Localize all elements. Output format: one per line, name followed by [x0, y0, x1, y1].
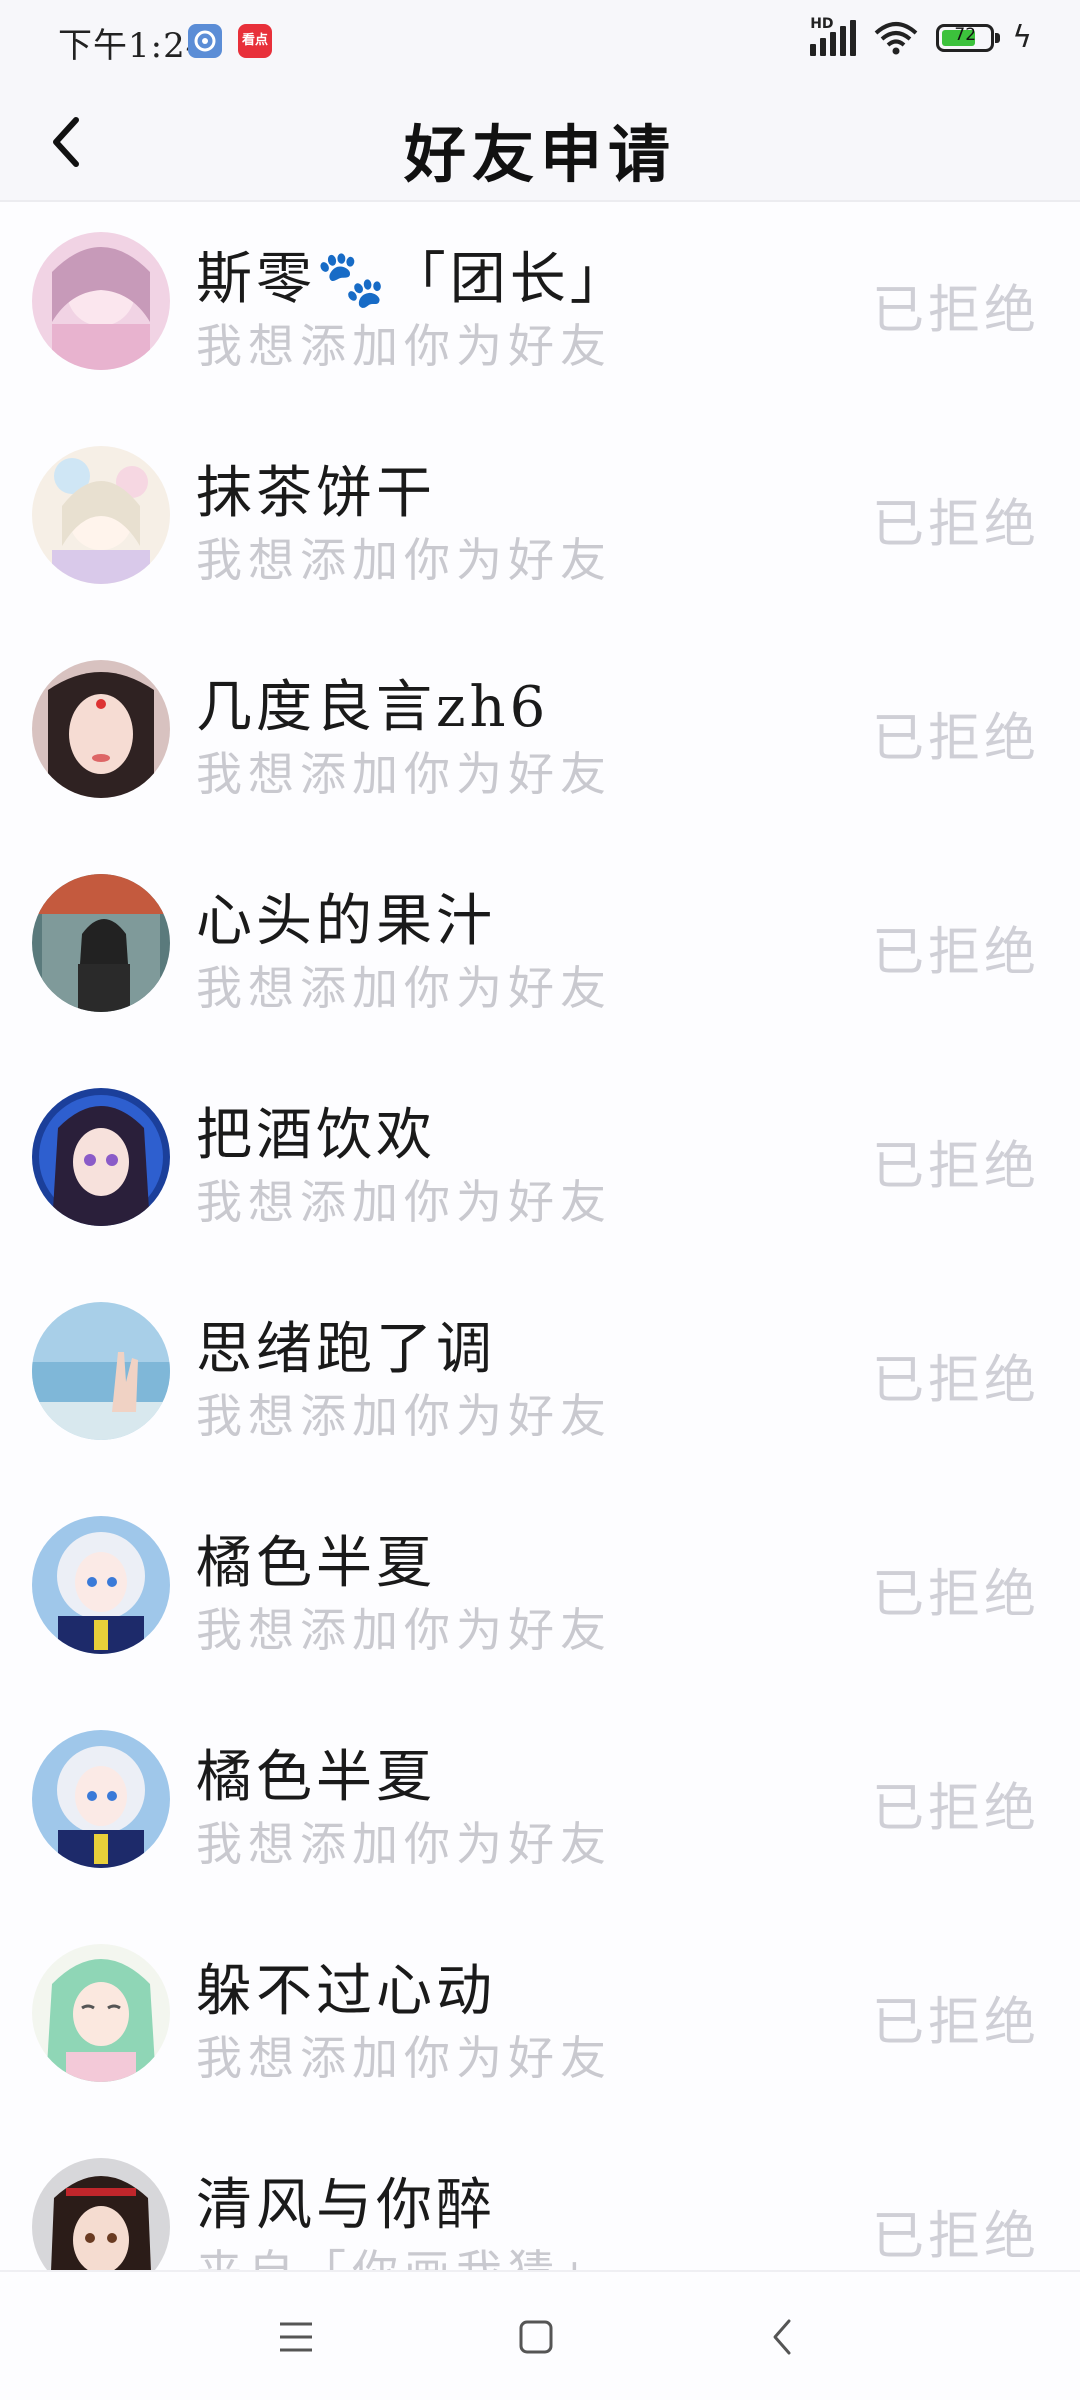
news-notification-icon: 看点	[238, 24, 272, 58]
battery-level: 72	[954, 25, 977, 45]
request-status-label: 已拒绝	[871, 1993, 1040, 2053]
header-bar: 好友申请	[0, 84, 1080, 202]
request-message: 我想添加你为好友	[196, 533, 612, 587]
requester-name: 抹茶饼干	[196, 461, 436, 526]
avatar[interactable]	[32, 1088, 170, 1226]
friend-request-row[interactable]: 斯零🐾「团长」我想添加你为好友 已拒绝	[0, 202, 1080, 416]
status-bar: 下午1:24 看点 HD 72 ϟ	[0, 0, 1080, 84]
request-message: 我想添加你为好友	[196, 1175, 612, 1229]
avatar[interactable]	[32, 232, 170, 370]
friend-request-row[interactable]: 橘色半夏我想添加你为好友 已拒绝	[0, 1486, 1080, 1700]
request-status-label: 已拒绝	[871, 1565, 1040, 1625]
square-home-icon	[519, 2320, 553, 2354]
friend-requests-screen: 下午1:24 看点 HD 72 ϟ 好友申请 斯零🐾「团长」 我想添加你为好友 …	[0, 0, 1080, 2400]
wifi-icon	[874, 21, 918, 55]
requester-name: 橘色半夏	[196, 1531, 436, 1596]
request-status-label: 已拒绝	[871, 1137, 1040, 1197]
nav-back-button[interactable]	[742, 2302, 822, 2372]
request-message: 我想添加你为好友	[196, 1389, 612, 1443]
avatar[interactable]	[32, 660, 170, 798]
request-status-label: 已拒绝	[871, 1779, 1040, 1839]
request-status-label: 已拒绝	[871, 495, 1040, 555]
avatar[interactable]	[32, 2158, 170, 2270]
request-message: 我想添加你为好友	[196, 319, 612, 373]
status-indicators: HD 72 ϟ	[810, 16, 1032, 56]
requester-name: 清风与你醉	[196, 2173, 496, 2238]
recent-apps-button[interactable]	[256, 2302, 336, 2372]
request-status-label: 已拒绝	[871, 2207, 1040, 2267]
friend-request-row[interactable]: 躲不过心动我想添加你为好友 已拒绝	[0, 1914, 1080, 2128]
avatar[interactable]	[32, 874, 170, 1012]
requester-name: 橘色半夏	[196, 1745, 436, 1810]
nav-back-icon	[773, 2319, 791, 2355]
friend-request-row[interactable]: 把酒饮欢我想添加你为好友 已拒绝	[0, 1058, 1080, 1272]
avatar[interactable]	[32, 446, 170, 584]
requester-name: 斯零🐾「团长」	[196, 247, 630, 312]
charging-icon: ϟ	[1012, 20, 1032, 55]
request-status-label: 已拒绝	[871, 281, 1040, 341]
friend-request-list[interactable]: 斯零🐾「团长」 我想添加你为好友 已拒绝 抹茶饼干 我想添加你为好友 已拒绝 几度良言zh6…	[0, 202, 1080, 2270]
requester-name: 思绪跑了调	[196, 1317, 496, 1382]
system-nav-bar	[0, 2270, 1080, 2400]
battery-icon: 72	[936, 24, 1001, 52]
requester-name: 把酒饮欢	[196, 1103, 436, 1168]
signal-icon: HD	[810, 16, 857, 56]
avatar[interactable]	[32, 1516, 170, 1654]
friend-request-row[interactable]: 几度良言zh6 我想添加你为好友 已拒绝	[0, 630, 1080, 844]
request-status-label: 已拒绝	[871, 709, 1040, 769]
network-type-label: HD	[810, 16, 834, 32]
requester-name: 躲不过心动	[196, 1959, 496, 2024]
request-message: 我想添加你为好友	[196, 747, 612, 801]
avatar[interactable]	[32, 1302, 170, 1440]
friend-request-row[interactable]: 清风与你醉来自「你画我猜」 已拒绝	[0, 2128, 1080, 2270]
requester-name: 心头的果汁	[196, 889, 496, 954]
browser-notification-icon	[188, 24, 222, 58]
requester-name: 几度良言zh6	[196, 675, 550, 740]
request-message: 来自「你画我猜」	[196, 2236, 612, 2270]
menu-icon	[280, 2322, 312, 2352]
status-time: 下午1:24	[58, 26, 209, 66]
friend-request-row[interactable]: 橘色半夏我想添加你为好友 已拒绝	[0, 1700, 1080, 1914]
request-message: 我想添加你为好友	[196, 1603, 612, 1657]
request-message: 我想添加你为好友	[196, 961, 612, 1015]
page-title: 好友申请	[403, 118, 676, 191]
friend-request-row[interactable]: 抹茶饼干我想添加你为好友 已拒绝	[0, 416, 1080, 630]
request-status-label: 已拒绝	[871, 1351, 1040, 1411]
request-status-label: 已拒绝	[871, 923, 1040, 983]
friend-request-row[interactable]: 心头的果汁我想添加你为好友 已拒绝	[0, 844, 1080, 1058]
home-button[interactable]	[496, 2302, 576, 2372]
avatar[interactable]	[32, 1730, 170, 1868]
request-message: 我想添加你为好友	[196, 1817, 612, 1871]
avatar[interactable]	[32, 1944, 170, 2082]
friend-request-row[interactable]: 思绪跑了调我想添加你为好友 已拒绝	[0, 1272, 1080, 1486]
request-message: 我想添加你为好友	[196, 2031, 612, 2085]
